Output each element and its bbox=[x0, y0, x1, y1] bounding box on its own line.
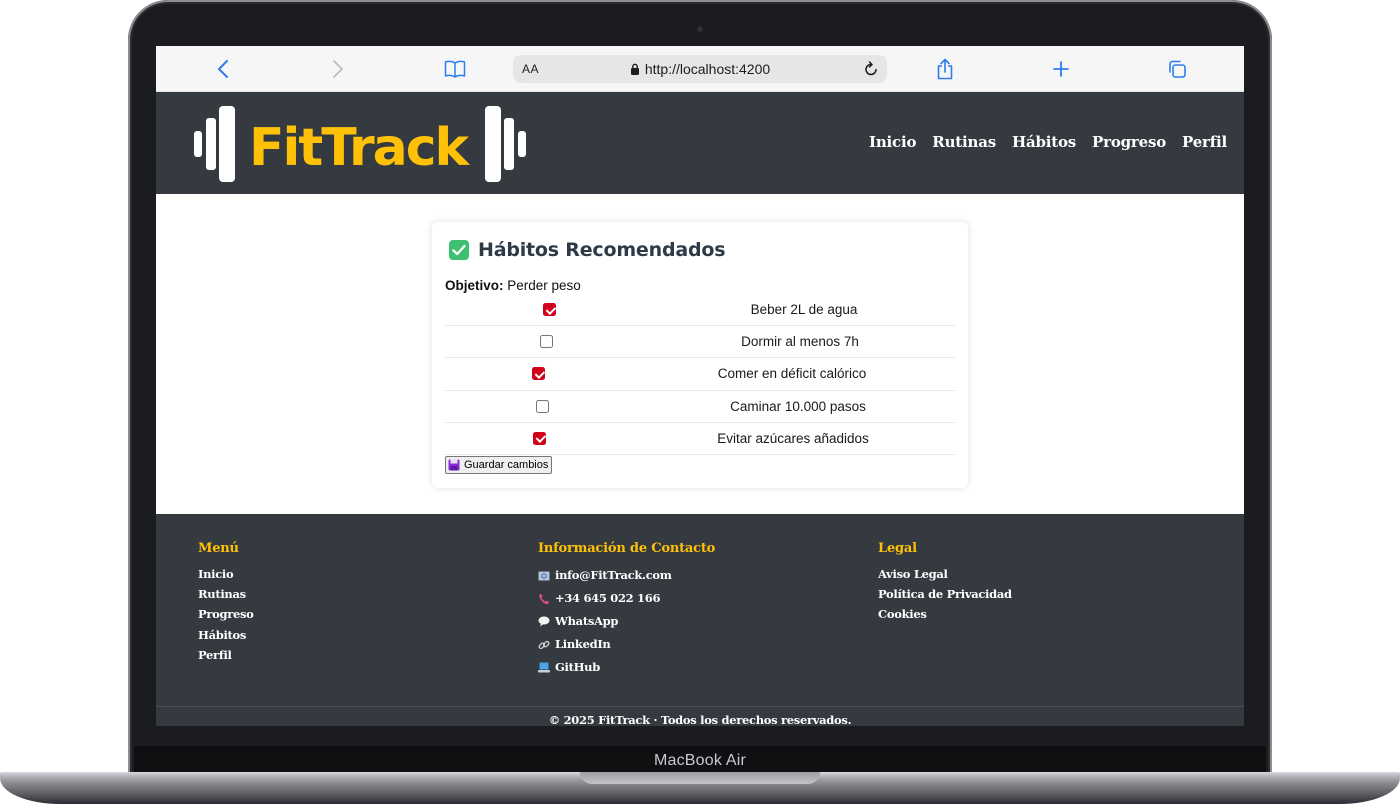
laptop-notch bbox=[580, 772, 820, 784]
footer-link-privacidad[interactable]: Política de Privacidad bbox=[878, 584, 1012, 604]
save-changes-button[interactable]: Guardar cambios bbox=[445, 456, 553, 474]
habit-list: Beber 2L de agua Dormir al menos 7h Come… bbox=[445, 294, 955, 455]
speech-bubble-icon bbox=[538, 616, 550, 628]
tabs-overview-icon[interactable] bbox=[1165, 57, 1189, 81]
contact-github[interactable]: GitHub bbox=[538, 656, 715, 679]
footer: Menú Inicio Rutinas Progreso Hábitos Per… bbox=[156, 514, 1244, 726]
habit-checkbox[interactable] bbox=[540, 335, 553, 349]
share-icon[interactable] bbox=[933, 57, 957, 81]
laptop-icon bbox=[538, 662, 550, 674]
habit-row: Evitar azúcares añadidos bbox=[445, 423, 955, 455]
logo-text: FitTrack bbox=[249, 118, 469, 178]
footer-divider bbox=[156, 706, 1244, 707]
save-changes-label: Guardar cambios bbox=[464, 459, 549, 471]
objective-label: Objetivo: bbox=[445, 278, 504, 293]
habit-row: Comer en déficit calórico bbox=[445, 358, 955, 391]
contact-whatsapp[interactable]: WhatsApp bbox=[538, 610, 715, 633]
nav-link-inicio[interactable]: Inicio bbox=[869, 133, 916, 151]
footer-link-inicio[interactable]: Inicio bbox=[198, 564, 254, 584]
forward-icon[interactable] bbox=[326, 57, 350, 81]
card-header: Hábitos Recomendados bbox=[449, 239, 726, 261]
habit-label: Comer en déficit calórico bbox=[717, 366, 867, 382]
habit-label: Caminar 10.000 pasos bbox=[730, 398, 866, 414]
floppy-disk-icon bbox=[448, 459, 460, 471]
phone-icon bbox=[538, 593, 550, 605]
main-nav: Inicio Rutinas Hábitos Progreso Perfil bbox=[869, 133, 1227, 151]
habit-label: Evitar azúcares añadidos bbox=[717, 430, 869, 446]
link-icon bbox=[538, 639, 550, 651]
habit-label: Beber 2L de agua bbox=[750, 302, 858, 317]
new-tab-icon[interactable] bbox=[1049, 57, 1073, 81]
footer-link-cookies[interactable]: Cookies bbox=[878, 604, 1012, 624]
copyright: © 2025 FitTrack · Todos los derechos res… bbox=[548, 713, 852, 726]
habit-checkbox[interactable] bbox=[536, 399, 549, 413]
screen: AA http://localhost:4200 FitTrack Inicio… bbox=[156, 46, 1244, 726]
device-brand-label: MacBook Air bbox=[653, 751, 746, 769]
camera-icon bbox=[697, 26, 703, 32]
nav-link-perfil[interactable]: Perfil bbox=[1182, 133, 1227, 151]
card-title: Hábitos Recomendados bbox=[478, 239, 726, 261]
url-text: http://localhost:4200 bbox=[644, 61, 771, 77]
footer-menu: Menú Inicio Rutinas Progreso Hábitos Per… bbox=[198, 541, 254, 665]
habit-row: Beber 2L de agua bbox=[445, 294, 955, 327]
habit-checkbox[interactable] bbox=[532, 367, 545, 381]
reload-icon[interactable] bbox=[863, 61, 879, 82]
habit-label: Dormir al menos 7h bbox=[741, 334, 859, 350]
contact-phone[interactable]: +34 645 022 166 bbox=[538, 587, 715, 610]
habit-row: Dormir al menos 7h bbox=[445, 326, 955, 359]
lock-icon bbox=[630, 62, 640, 78]
footer-link-rutinas[interactable]: Rutinas bbox=[198, 584, 254, 604]
footer-contact: Información de Contacto info@FitTrack.co… bbox=[538, 541, 715, 679]
nav-link-progreso[interactable]: Progreso bbox=[1092, 133, 1166, 151]
nav-link-rutinas[interactable]: Rutinas bbox=[932, 133, 996, 151]
contact-email[interactable]: info@FitTrack.com bbox=[538, 564, 715, 587]
address-bar[interactable]: AA http://localhost:4200 bbox=[513, 55, 887, 83]
habits-card: Hábitos Recomendados Objetivo: Perder pe… bbox=[432, 222, 968, 488]
footer-legal-title: Legal bbox=[878, 541, 917, 556]
objective: Objetivo: Perder peso bbox=[445, 278, 581, 293]
email-icon bbox=[538, 570, 550, 582]
laptop-bezel: MacBook Air bbox=[134, 746, 1266, 775]
footer-contact-title: Información de Contacto bbox=[538, 541, 716, 556]
nav-link-habitos[interactable]: Hábitos bbox=[1012, 133, 1076, 151]
objective-value: Perder peso bbox=[503, 278, 581, 293]
check-mark-icon bbox=[449, 240, 469, 260]
bookmarks-icon[interactable] bbox=[443, 57, 467, 81]
habit-checkbox[interactable] bbox=[543, 303, 556, 316]
contact-linkedin[interactable]: LinkedIn bbox=[538, 633, 715, 656]
browser-toolbar: AA http://localhost:4200 bbox=[156, 46, 1244, 92]
footer-legal: Legal Aviso Legal Política de Privacidad… bbox=[878, 541, 1012, 625]
footer-link-perfil[interactable]: Perfil bbox=[198, 645, 254, 665]
footer-menu-title: Menú bbox=[198, 541, 239, 556]
footer-link-progreso[interactable]: Progreso bbox=[198, 604, 254, 624]
logo[interactable]: FitTrack bbox=[194, 106, 528, 182]
app-header: FitTrack Inicio Rutinas Hábitos Progreso… bbox=[156, 92, 1244, 194]
footer-link-habitos[interactable]: Hábitos bbox=[198, 625, 254, 645]
back-icon[interactable] bbox=[211, 57, 235, 81]
footer-link-aviso-legal[interactable]: Aviso Legal bbox=[878, 564, 1012, 584]
habit-checkbox[interactable] bbox=[533, 431, 546, 445]
habit-row: Caminar 10.000 pasos bbox=[445, 391, 955, 423]
